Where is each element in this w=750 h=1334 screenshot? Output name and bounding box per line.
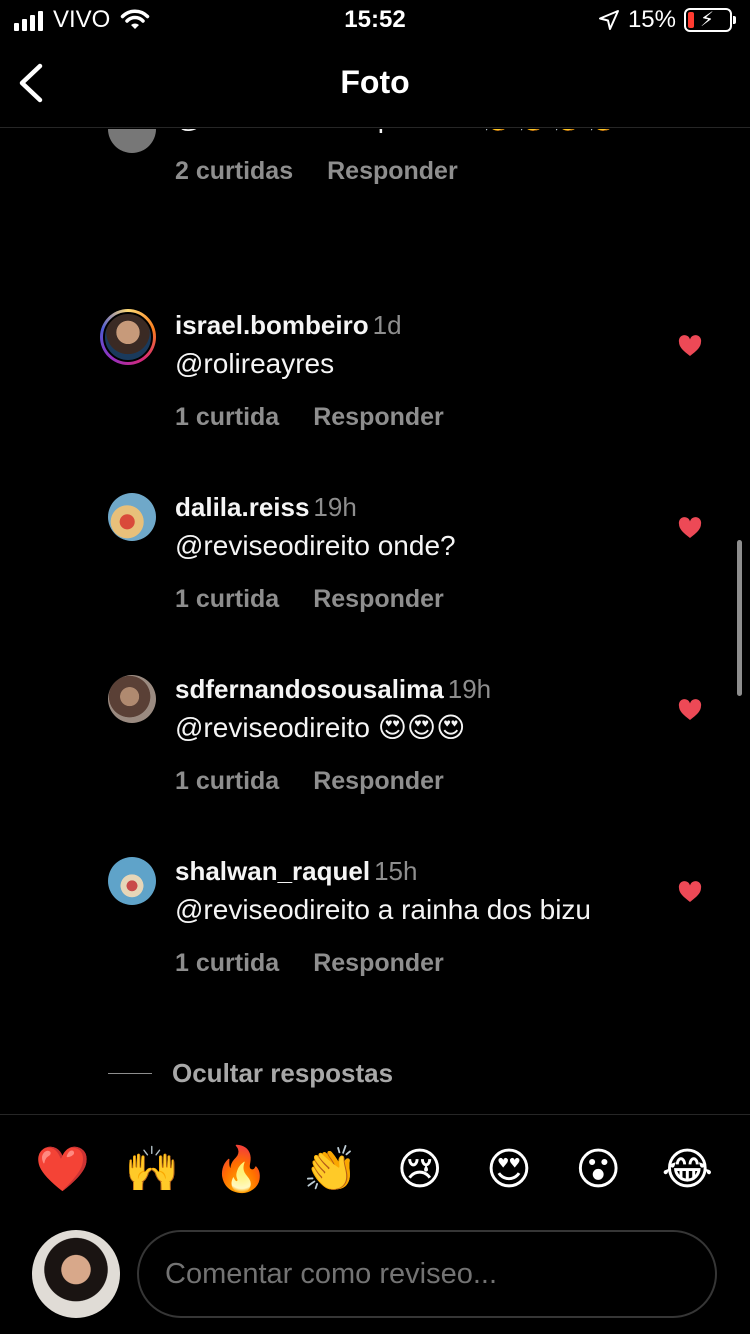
emoji-heart-eyes-button[interactable]: 😍 xyxy=(464,1140,553,1200)
divider xyxy=(0,1114,750,1115)
comment-meta: 1 curtida Responder xyxy=(175,949,645,978)
avatar[interactable] xyxy=(108,675,156,723)
emoji-crying-button[interactable]: 😢 xyxy=(375,1140,464,1200)
battery-charging-icon: ⚡ xyxy=(684,8,736,32)
emoji-heart-button[interactable]: ❤️ xyxy=(18,1140,107,1200)
comment-meta: 1 curtida Responder xyxy=(175,767,645,796)
comment-header: israel.bombeiro 1d xyxy=(175,309,645,341)
reply-button[interactable]: Responder xyxy=(313,949,444,978)
comment-text: @rolireayres xyxy=(175,348,335,379)
comments-list[interactable]: @reviseodireito perfeito 👏👏👏👏 2 curtidas… xyxy=(0,129,750,1114)
quick-emoji-bar: ❤️ 🙌 🔥 👏 😢 😍 😮 😂 xyxy=(18,1140,732,1200)
comment-text: @reviseodireito perfeito 👏👏👏👏 xyxy=(175,129,635,137)
comment-time: 15h xyxy=(374,856,418,886)
heart-icon[interactable] xyxy=(678,517,702,539)
reply-button[interactable]: Responder xyxy=(313,767,444,796)
reply-button[interactable]: Responder xyxy=(327,157,458,186)
emoji-surprised-button[interactable]: 😮 xyxy=(554,1140,643,1200)
comment-header: dalila.reiss 19h xyxy=(175,491,645,523)
avatar[interactable] xyxy=(108,129,156,153)
comment-time: 19h xyxy=(313,492,357,522)
status-bar: VIVO 15:52 15% ⚡ xyxy=(0,0,750,42)
reply-button[interactable]: Responder xyxy=(313,585,444,614)
avatar[interactable] xyxy=(108,857,156,905)
likes-count[interactable]: 1 curtida xyxy=(175,403,279,432)
reply-button[interactable]: Responder xyxy=(313,403,444,432)
battery-fill xyxy=(688,12,694,28)
nav-bar: Foto xyxy=(0,42,750,128)
location-arrow-icon xyxy=(598,10,619,30)
comment-header: shalwan_raquel 15h xyxy=(175,855,645,887)
page-title: Foto xyxy=(340,64,410,100)
my-avatar xyxy=(32,1230,120,1318)
hide-replies-button[interactable]: Ocultar respostas xyxy=(108,1058,393,1089)
scrollbar[interactable] xyxy=(737,540,742,696)
comment-text: @reviseodireito onde? xyxy=(175,530,456,561)
hide-replies-label: Ocultar respostas xyxy=(172,1058,394,1088)
comment-meta: 2 curtidas Responder xyxy=(175,157,645,186)
emoji-fire-button[interactable]: 🔥 xyxy=(197,1140,286,1200)
emoji-clap-button[interactable]: 👏 xyxy=(286,1140,375,1200)
comment-header: sdfernandosousalima 19h xyxy=(175,673,645,705)
comment-text: @reviseodireito 😍😍😍 xyxy=(175,712,466,743)
heart-icon[interactable] xyxy=(678,881,702,903)
comment-meta: 1 curtida Responder xyxy=(175,585,645,614)
emoji-raised-hands-button[interactable]: 🙌 xyxy=(107,1140,196,1200)
comment-username[interactable]: israel.bombeiro xyxy=(175,310,369,340)
bolt-icon: ⚡ xyxy=(700,9,715,31)
likes-count[interactable]: 1 curtida xyxy=(175,949,279,978)
battery-percent: 15% xyxy=(627,6,676,33)
emoji-laughing-button[interactable]: 😂 xyxy=(643,1140,732,1200)
heart-icon[interactable] xyxy=(678,335,702,357)
avatar[interactable] xyxy=(108,493,156,541)
likes-count[interactable]: 2 curtidas xyxy=(175,157,293,186)
comment-text: @reviseodireito a rainha dos bizu xyxy=(175,894,591,925)
comment-meta: 1 curtida Responder xyxy=(175,403,645,432)
avatar[interactable] xyxy=(100,309,156,365)
comment-time: 1d xyxy=(372,310,402,340)
comment-input[interactable] xyxy=(137,1230,717,1318)
comment-time: 19h xyxy=(447,674,492,704)
status-right: 15% ⚡ xyxy=(598,6,736,34)
divider xyxy=(108,1073,152,1074)
likes-count[interactable]: 1 curtida xyxy=(175,767,279,796)
comment-username[interactable]: shalwan_raquel xyxy=(175,856,370,886)
comment-username[interactable]: sdfernandosousalima xyxy=(175,674,444,704)
comment-username[interactable]: dalila.reiss xyxy=(175,492,309,522)
heart-icon[interactable] xyxy=(678,699,702,721)
likes-count[interactable]: 1 curtida xyxy=(175,585,279,614)
